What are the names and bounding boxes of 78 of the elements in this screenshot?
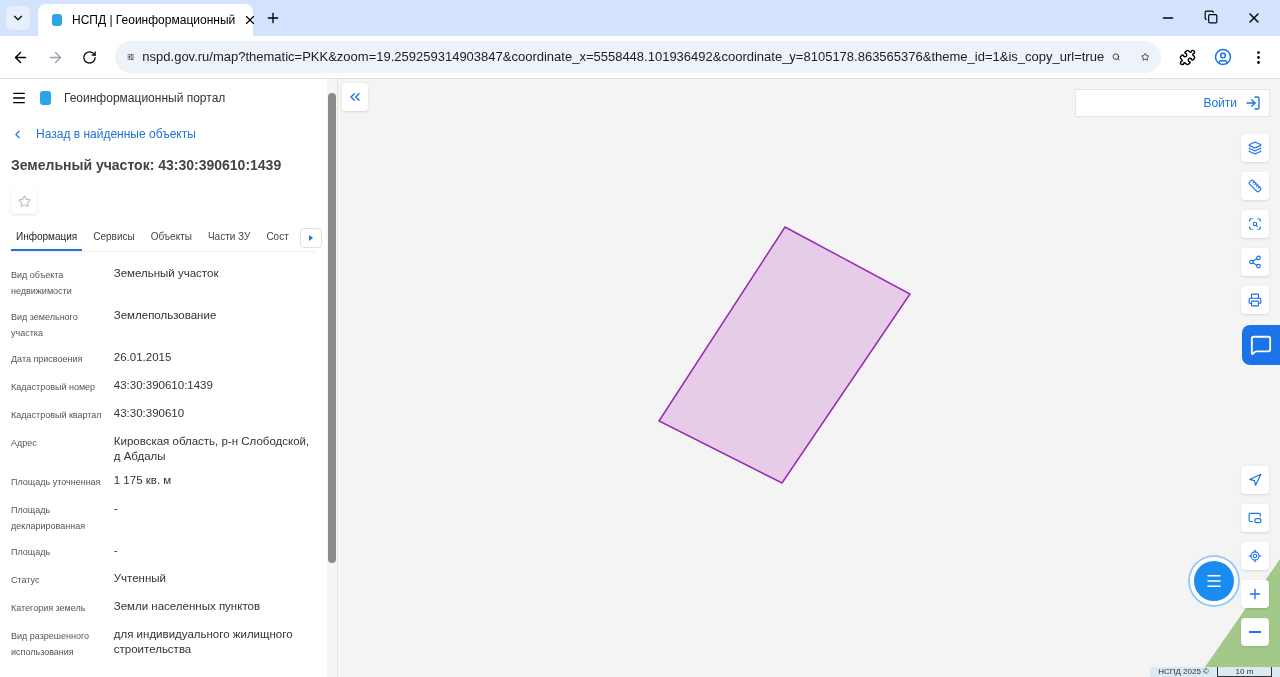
field-value: - [112,543,119,558]
portal-title: Геоинформационный портал [64,90,226,107]
menu-lines-icon [1205,572,1223,590]
field-value: 43:30:390610:1439 [112,378,214,393]
field-label: Площадь декларированная [11,504,87,533]
field-label: Кадастровый номер [11,381,97,394]
extensions-icon[interactable] [1179,48,1196,66]
printer-icon [1248,293,1262,307]
speech-bubble-icon [1250,334,1272,356]
login-button[interactable]: Войти [1075,89,1270,117]
crosshair-icon [1248,549,1262,563]
menu-icon[interactable] [11,90,27,106]
field-value: для индивидуального жилищного строительства [112,627,294,657]
minus-icon [1249,631,1261,633]
field-value: Земельный участок [112,266,220,281]
chat-bubble-button[interactable] [1242,325,1280,365]
field-label: Площадь [11,546,52,559]
info-tab[interactable]: Части ЗУ [202,224,256,251]
address-bar[interactable]: nspd.gov.ru/map?thematic=PKK&zoom=19.259259314903847&coordinate_x=5558448.101936492&coordinate_y=8105178.863565376&theme_id=1&is_copy_url=true [115,41,1161,73]
info-tab[interactable]: Информация [11,224,83,251]
field-label: Площадь уточненная [11,476,102,489]
restore-icon[interactable] [1204,10,1218,24]
field-label: Адрес [11,437,38,450]
info-tab[interactable]: Объекты [145,224,197,251]
layers-icon [1248,141,1262,155]
collapse-panel-button[interactable] [342,83,368,111]
field-label: Вид земельного участка [11,311,79,340]
field-value: - [112,501,119,516]
field-value: 1 175 кв. м [112,473,173,488]
print-button[interactable] [1241,286,1269,314]
object-heading: Земельный участок: 43:30:390610:1439 [11,156,283,175]
info-tab[interactable]: Сервисы [88,224,140,251]
attribution-text: НСПД 2025 © [1157,666,1210,677]
scroll-tabs-button[interactable] [299,227,322,248]
ruler-button[interactable] [1241,172,1269,200]
scale-bar: 10 m [1217,667,1272,677]
field-label: Кадастровый квартал [11,409,103,422]
tab-title: НСПД | Геоинформационный [72,12,236,29]
ruler-icon [1248,179,1262,193]
field-value: Землепользование [112,308,218,323]
field-value: Земли населенных пунктов [112,599,262,614]
login-icon [1245,95,1261,111]
field-label: Статус [11,574,41,587]
logo-icon [39,91,52,105]
scrollbar[interactable] [327,79,337,677]
triangle-right-icon [307,234,314,241]
field-value: Учтенный [112,571,167,586]
field-label: Вид разрешенного использования [11,630,91,659]
tab-search-button[interactable] [6,6,30,30]
field-label: Дата присвоения [11,353,84,366]
field-value: Кировская область, р-н Слободской, д Абдалы [112,434,311,464]
back-link[interactable]: Назад в найденные объекты [36,125,196,143]
star-icon [17,194,31,208]
field-value: 43:30:390610 [112,406,186,421]
info-tab[interactable]: Сост [261,224,294,251]
locate-button[interactable] [1241,466,1269,494]
layers-button[interactable] [1241,134,1269,162]
field-label: Вид объекта недвижимости [11,269,73,298]
plus-icon [1247,586,1263,602]
zoom-out-button[interactable] [1241,618,1269,646]
share-icon [1248,255,1262,269]
scan-search-icon [1248,217,1262,231]
new-tab-icon[interactable] [265,10,281,26]
minimap-button[interactable] [1241,504,1269,532]
profile-icon[interactable] [1214,48,1232,66]
map-canvas[interactable]: Войти НСПД 2025 © 10 m [338,79,1280,677]
reload-icon[interactable] [82,49,97,65]
field-label: Категория земель [11,602,87,615]
share-button[interactable] [1241,248,1269,276]
navigation-arrow-icon [1248,473,1262,487]
area-search-button[interactable] [1241,210,1269,238]
field-value: 26.01.2015 [112,350,173,365]
zoom-in-button[interactable] [1241,580,1269,608]
logo-icon [50,13,64,27]
geolocation-button[interactable] [1241,542,1269,570]
url-text: nspd.gov.ru/map?thematic=PKK&zoom=19.259259314903847&coordinate_x=5558448.101936492&coordinate_y=8105178.863565376&theme_id=1&is_copy_url=true [142,48,1105,67]
browser-tab[interactable]: НСПД | Геоинформационный [38,4,253,36]
picture-in-picture-icon [1248,511,1262,525]
